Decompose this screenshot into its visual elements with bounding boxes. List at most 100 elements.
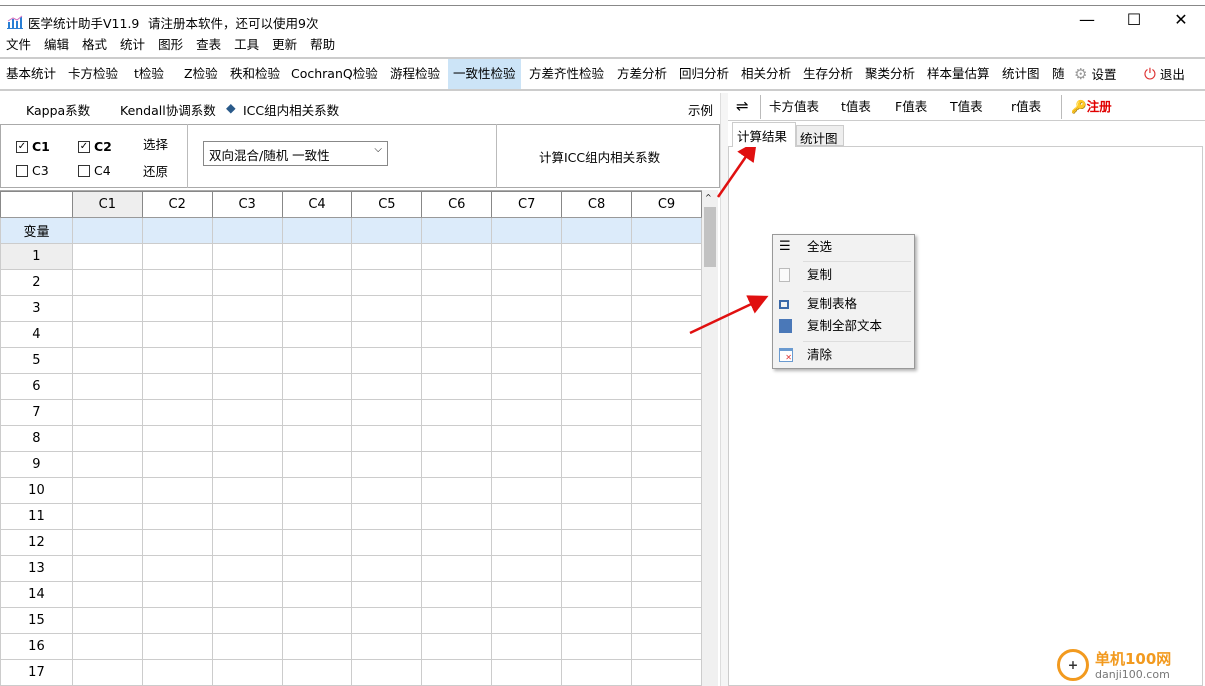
grid-cell[interactable] [631, 633, 702, 660]
grid-cell[interactable] [351, 555, 423, 582]
grid-cell[interactable] [491, 555, 563, 582]
grid-cell[interactable] [281, 399, 353, 426]
toolbar-stat-chart[interactable]: 统计图 [998, 59, 1044, 89]
column-header[interactable]: C8 [561, 191, 633, 218]
grid-cell[interactable] [281, 373, 353, 400]
grid-cell[interactable] [71, 581, 143, 608]
grid-cell[interactable] [421, 321, 493, 348]
maximize-button[interactable]: ☐ [1111, 6, 1157, 36]
grid-cell[interactable] [141, 243, 213, 270]
grid-cell[interactable] [491, 633, 563, 660]
grid-cell[interactable] [71, 373, 143, 400]
toolbar-variance-homogeneity[interactable]: 方差齐性检验 [525, 59, 608, 89]
toolbar-basic-stats[interactable]: 基本统计 [2, 59, 60, 89]
grid-cell[interactable] [141, 451, 213, 478]
minimize-button[interactable]: — [1064, 6, 1110, 36]
grid-cell[interactable] [141, 659, 213, 686]
grid-cell[interactable] [71, 425, 143, 452]
grid-cell[interactable] [141, 607, 213, 634]
grid-cell[interactable] [211, 503, 283, 530]
toolbar-cluster[interactable]: 聚类分析 [861, 59, 919, 89]
vertical-scrollbar[interactable]: ^ [702, 190, 718, 686]
grid-cell[interactable] [351, 295, 423, 322]
column-header[interactable]: C5 [351, 191, 423, 218]
example-button[interactable]: 示例 [688, 100, 713, 119]
toolbar-runs-test[interactable]: 游程检验 [386, 59, 444, 89]
grid-cell[interactable] [281, 425, 353, 452]
grid-cell[interactable] [351, 477, 423, 504]
row-header[interactable]: 17 [0, 659, 73, 686]
grid-cell[interactable] [141, 581, 213, 608]
grid-cell[interactable] [71, 607, 143, 634]
grid-cell[interactable] [141, 477, 213, 504]
grid-cell[interactable] [141, 347, 213, 374]
variable-cell[interactable] [71, 217, 143, 244]
grid-cell[interactable] [351, 321, 423, 348]
row-header[interactable]: 11 [0, 503, 73, 530]
checkbox-c2[interactable]: ✓ C2 [78, 139, 112, 154]
grid-cell[interactable] [211, 399, 283, 426]
grid-cell[interactable] [561, 477, 633, 504]
grid-cell[interactable] [211, 295, 283, 322]
grid-cell[interactable] [281, 607, 353, 634]
grid-cell[interactable] [211, 451, 283, 478]
toolbar-t-test[interactable]: t检验 [130, 59, 168, 89]
grid-cell[interactable] [491, 503, 563, 530]
column-header[interactable]: C4 [281, 191, 353, 218]
grid-cell[interactable] [631, 243, 702, 270]
variable-cell[interactable] [281, 217, 353, 244]
grid-cell[interactable] [561, 503, 633, 530]
f-table-button[interactable]: F值表 [895, 93, 927, 120]
select-button[interactable]: 选择 [143, 134, 168, 153]
grid-cell[interactable] [141, 529, 213, 556]
grid-cell[interactable] [631, 321, 702, 348]
grid-cell[interactable] [491, 295, 563, 322]
subtab-kendall[interactable]: Kendall协调系数 [120, 100, 216, 119]
grid-cell[interactable] [351, 373, 423, 400]
grid-cell[interactable] [631, 659, 702, 686]
toolbar-chi-square[interactable]: 卡方检验 [64, 59, 122, 89]
swap-icon[interactable]: ⇌ [736, 93, 749, 120]
grid-cell[interactable] [351, 581, 423, 608]
grid-cell[interactable] [561, 373, 633, 400]
grid-cell[interactable] [631, 581, 702, 608]
row-header[interactable]: 3 [0, 295, 73, 322]
grid-cell[interactable] [491, 269, 563, 296]
grid-cell[interactable] [421, 633, 493, 660]
grid-cell[interactable] [211, 607, 283, 634]
row-header[interactable]: 5 [0, 347, 73, 374]
variable-cell[interactable] [141, 217, 213, 244]
grid-cell[interactable] [491, 347, 563, 374]
grid-cell[interactable] [561, 659, 633, 686]
grid-cell[interactable] [421, 425, 493, 452]
grid-cell[interactable] [421, 269, 493, 296]
grid-cell[interactable] [281, 477, 353, 504]
grid-cell[interactable] [421, 659, 493, 686]
grid-cell[interactable] [211, 373, 283, 400]
menu-item-copy[interactable]: 复制 [773, 264, 914, 286]
grid-cell[interactable] [211, 659, 283, 686]
T-table-button[interactable]: T值表 [950, 93, 983, 120]
grid-cell[interactable] [351, 269, 423, 296]
toolbar-survival[interactable]: 生存分析 [799, 59, 857, 89]
row-header[interactable]: 4 [0, 321, 73, 348]
row-header[interactable]: 6 [0, 373, 73, 400]
grid-cell[interactable] [281, 321, 353, 348]
grid-cell[interactable] [491, 529, 563, 556]
grid-cell[interactable] [141, 425, 213, 452]
grid-cell[interactable] [71, 555, 143, 582]
row-header[interactable]: 16 [0, 633, 73, 660]
grid-cell[interactable] [561, 347, 633, 374]
grid-cell[interactable] [631, 347, 702, 374]
toolbar-agreement[interactable]: 一致性检验 [448, 59, 521, 89]
grid-cell[interactable] [281, 529, 353, 556]
grid-cell[interactable] [281, 243, 353, 270]
variable-cell[interactable] [211, 217, 283, 244]
grid-cell[interactable] [561, 529, 633, 556]
grid-cell[interactable] [561, 399, 633, 426]
grid-cell[interactable] [631, 425, 702, 452]
grid-cell[interactable] [421, 581, 493, 608]
row-header[interactable]: 7 [0, 399, 73, 426]
column-header[interactable]: C2 [141, 191, 213, 218]
menu-format[interactable]: 格式 [82, 35, 107, 55]
